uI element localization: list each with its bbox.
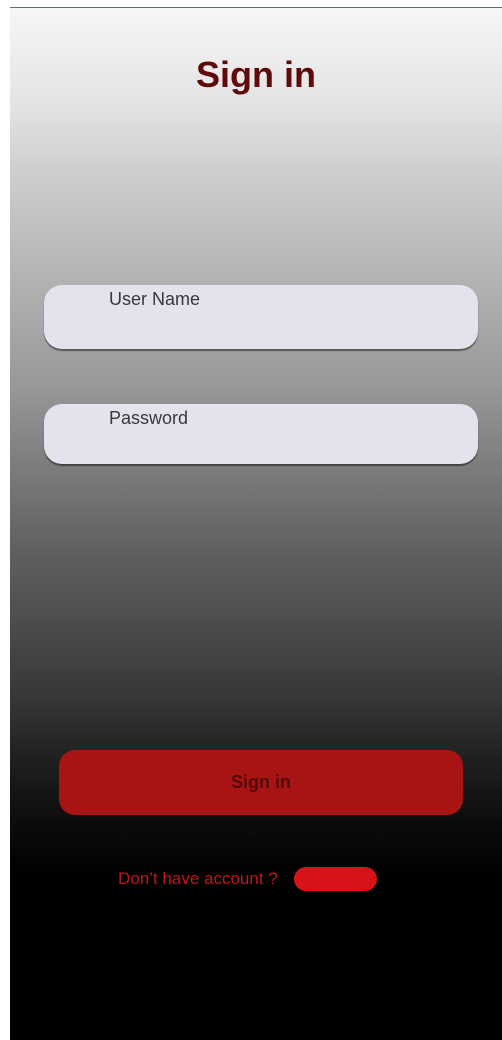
username-input[interactable] bbox=[44, 285, 478, 349]
username-field[interactable]: User Name bbox=[44, 285, 478, 349]
password-field[interactable]: Password bbox=[44, 404, 478, 464]
password-input[interactable] bbox=[44, 404, 478, 464]
sign-in-screen: Sign in User Name Password Sign in Don’t… bbox=[10, 8, 502, 1040]
page: Sign in User Name Password Sign in Don’t… bbox=[0, 0, 502, 1040]
sign-in-button[interactable]: Sign in bbox=[59, 750, 463, 815]
page-title: Sign in bbox=[196, 54, 316, 95]
sign-up-button[interactable] bbox=[293, 867, 377, 891]
no-account-prompt: Don’t have account ? bbox=[118, 869, 278, 888]
no-account-row: Don’t have account ? bbox=[118, 866, 377, 892]
